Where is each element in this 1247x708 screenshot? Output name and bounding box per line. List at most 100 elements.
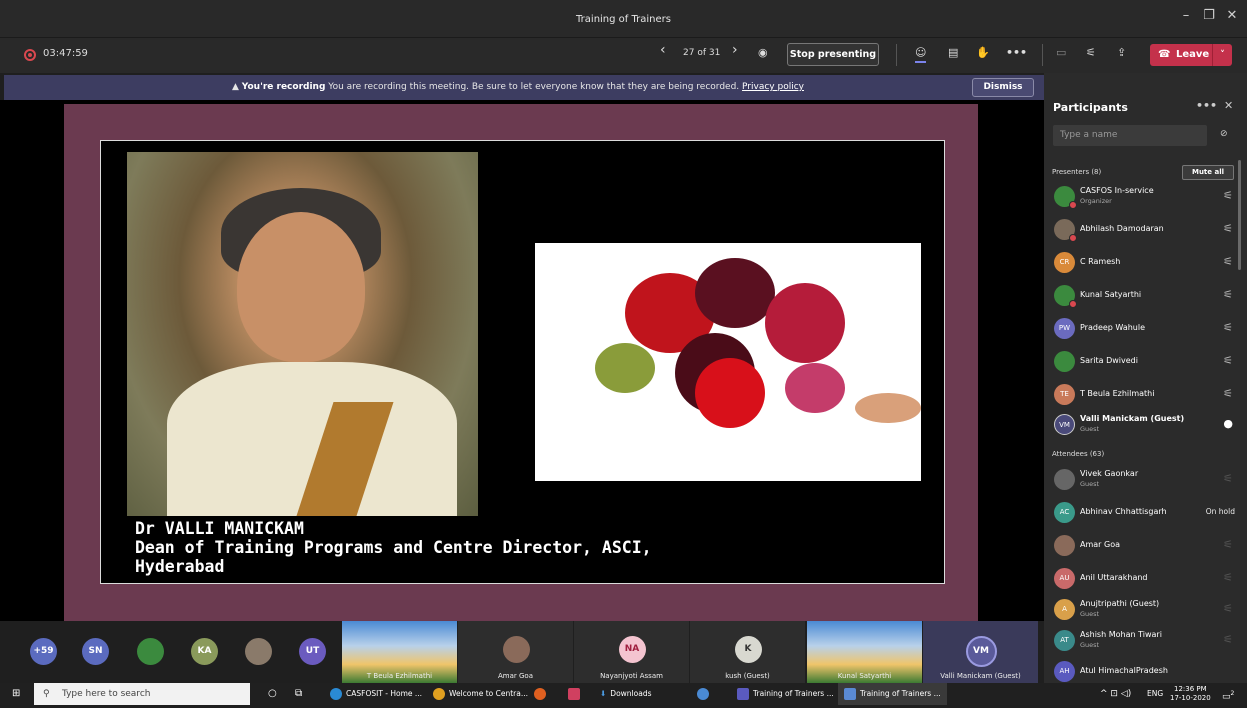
participant-row[interactable]: AU Anil Uttarakhand ⚟: [1053, 564, 1237, 594]
firefox-icon[interactable]: [534, 683, 550, 705]
participant-row[interactable]: VM Valli Manickam (Guest) Guest ●: [1053, 410, 1237, 440]
panel-scrollbar[interactable]: [1238, 160, 1241, 270]
participant-avatar: [1054, 219, 1077, 242]
video-tile[interactable]: VM Valli Manickam (Guest): [923, 621, 1038, 683]
task-view-icon[interactable]: ⧉: [295, 683, 302, 705]
tile-name: Kunal Satyarthi: [837, 672, 892, 680]
participant-avatar: AC: [1054, 502, 1075, 523]
mic-muted-icon[interactable]: ⚟: [1223, 354, 1233, 367]
gallery-avatar[interactable]: SN: [82, 638, 109, 665]
banner-text: ▲ You're recording You are recording thi…: [232, 82, 804, 92]
prev-slide-icon[interactable]: ‹: [660, 42, 666, 58]
participant-search-input[interactable]: Type a name: [1053, 125, 1207, 146]
participant-row[interactable]: AT Ashish Mohan Tiwari Guest ⚟: [1053, 626, 1237, 656]
mic-on-icon[interactable]: ●: [1223, 417, 1233, 430]
participant-name: CASFOS In-service: [1080, 186, 1154, 195]
chat-icon[interactable]: ▤: [948, 46, 958, 59]
participant-role: Guest: [1080, 641, 1100, 649]
participant-avatar: PW: [1054, 318, 1075, 339]
taskbar-item[interactable]: Training of Trainers ...: [737, 683, 834, 705]
participant-row[interactable]: Abhilash Damodaran ⚟: [1053, 215, 1237, 245]
presentation-slide: Dr VALLI MANICKAM Dean of Training Progr…: [100, 140, 945, 584]
participants-icon[interactable]: ☺: [915, 46, 927, 63]
banner-heading: You're recording: [241, 82, 326, 92]
video-tile[interactable]: Kunal Satyarthi: [807, 621, 922, 683]
gallery-avatar[interactable]: KA: [191, 638, 218, 665]
stop-presenting-button[interactable]: Stop presenting: [787, 43, 879, 66]
taskbar-item[interactable]: Welcome to Centra...: [433, 683, 528, 705]
teams-icon: [844, 688, 856, 700]
warning-icon: ▲: [232, 82, 239, 92]
cortana-icon[interactable]: ○: [268, 683, 277, 705]
video-tile[interactable]: NA Nayanjyoti Assam: [574, 621, 689, 683]
participant-row[interactable]: A Anujtripathi (Guest) Guest ⚟: [1053, 595, 1237, 625]
leave-button[interactable]: ☎ Leave ˅: [1150, 44, 1232, 66]
gallery-avatar[interactable]: [245, 638, 272, 665]
taskbar-item[interactable]: ⬇ Downloads: [600, 683, 652, 705]
taskbar-clock[interactable]: 12:36 PM 17-10-2020: [1170, 685, 1211, 703]
participant-row[interactable]: TE T Beula Ezhilmathi ⚟: [1053, 380, 1237, 410]
language-indicator[interactable]: ENG: [1147, 683, 1163, 705]
participant-row[interactable]: CASFOS In-service Organizer ⚟: [1053, 182, 1237, 212]
share-invite-icon[interactable]: ⊘: [1220, 129, 1228, 139]
video-tile[interactable]: T Beula Ezhilmathi: [342, 621, 457, 683]
mic-muted-icon[interactable]: ⚟: [1223, 189, 1233, 202]
participant-name: Anil Uttarakhand: [1080, 573, 1148, 582]
more-options-icon[interactable]: •••: [1196, 99, 1217, 112]
mic-muted-icon[interactable]: ⚟: [1223, 288, 1233, 301]
search-icon: ⚲: [43, 689, 50, 699]
gallery-avatar[interactable]: [137, 638, 164, 665]
mic-muted-icon[interactable]: ⚟: [1086, 46, 1096, 59]
participant-row[interactable]: PW Pradeep Wahule ⚟: [1053, 314, 1237, 344]
video-tile[interactable]: K kush (Guest): [690, 621, 805, 683]
recording-banner: ▲ You're recording You are recording thi…: [4, 75, 1044, 100]
participant-row[interactable]: Sarita Dwivedi ⚟: [1053, 347, 1237, 377]
mute-all-button[interactable]: Mute all: [1182, 165, 1234, 180]
participant-name: Abhinav Chhattisgarh: [1080, 507, 1167, 516]
close-window-icon[interactable]: ✕: [1221, 8, 1243, 23]
maximize-icon[interactable]: ❐: [1198, 8, 1220, 23]
app-icon[interactable]: [568, 683, 584, 705]
windows-start-icon[interactable]: ⊞: [12, 683, 20, 705]
panel-title: Participants: [1053, 101, 1128, 114]
tile-name: Valli Manickam (Guest): [940, 672, 1021, 680]
mic-muted-icon[interactable]: ⚟: [1223, 255, 1233, 268]
divider: [1042, 44, 1043, 66]
minimize-icon[interactable]: –: [1175, 8, 1197, 23]
mic-muted-icon[interactable]: ⚟: [1223, 321, 1233, 334]
privacy-policy-link[interactable]: Privacy policy: [742, 82, 804, 92]
camera-off-icon[interactable]: ▭: [1056, 46, 1066, 59]
app-icon[interactable]: [697, 683, 713, 705]
tile-avatar: K: [734, 636, 762, 663]
taskbar-item[interactable]: CASFOSIT - Home ...: [330, 683, 422, 705]
participant-row[interactable]: Vivek Gaonkar Guest ⚟: [1053, 465, 1237, 495]
chrome-icon: [433, 688, 445, 700]
mic-muted-icon[interactable]: ⚟: [1223, 222, 1233, 235]
dismiss-button[interactable]: Dismiss: [972, 78, 1034, 97]
raise-hand-icon[interactable]: ✋: [976, 46, 990, 59]
close-panel-icon[interactable]: ✕: [1224, 99, 1233, 112]
notification-icon[interactable]: ▭2: [1222, 683, 1234, 705]
next-slide-icon[interactable]: ›: [732, 42, 738, 58]
taskbar-search-input[interactable]: ⚲ Type here to search: [34, 683, 250, 705]
participant-row[interactable]: Amar Goa ⚟: [1053, 531, 1237, 561]
flower-shape: [595, 343, 655, 393]
chevron-down-icon[interactable]: ˅: [1212, 44, 1232, 66]
participant-row[interactable]: Kunal Satyarthi ⚟: [1053, 281, 1237, 311]
participant-row[interactable]: CR C Ramesh ⚟: [1053, 248, 1237, 278]
participant-avatar: TE: [1054, 384, 1075, 405]
flower-shape: [785, 363, 845, 413]
tray-icons[interactable]: ^ ⊡ ◁): [1100, 683, 1131, 705]
windows-taskbar: ⊞ ⚲ Type here to search ○ ⧉ CASFOSIT - H…: [0, 683, 1247, 705]
gallery-avatar[interactable]: UT: [299, 638, 326, 665]
eye-icon[interactable]: ◉: [758, 46, 768, 59]
video-tile[interactable]: Amar Goa: [458, 621, 573, 683]
participant-row[interactable]: AC Abhinav Chhattisgarh On hold: [1053, 498, 1237, 528]
notification-count: 2: [1230, 690, 1235, 697]
more-participants-badge[interactable]: +59: [30, 638, 57, 665]
mic-muted-icon[interactable]: ⚟: [1223, 387, 1233, 400]
more-actions-icon[interactable]: •••: [1006, 46, 1027, 59]
share-tray-icon[interactable]: ⇪: [1117, 46, 1126, 59]
taskbar-item[interactable]: Training of Trainers ...: [838, 683, 947, 705]
tile-avatar: [502, 636, 530, 663]
